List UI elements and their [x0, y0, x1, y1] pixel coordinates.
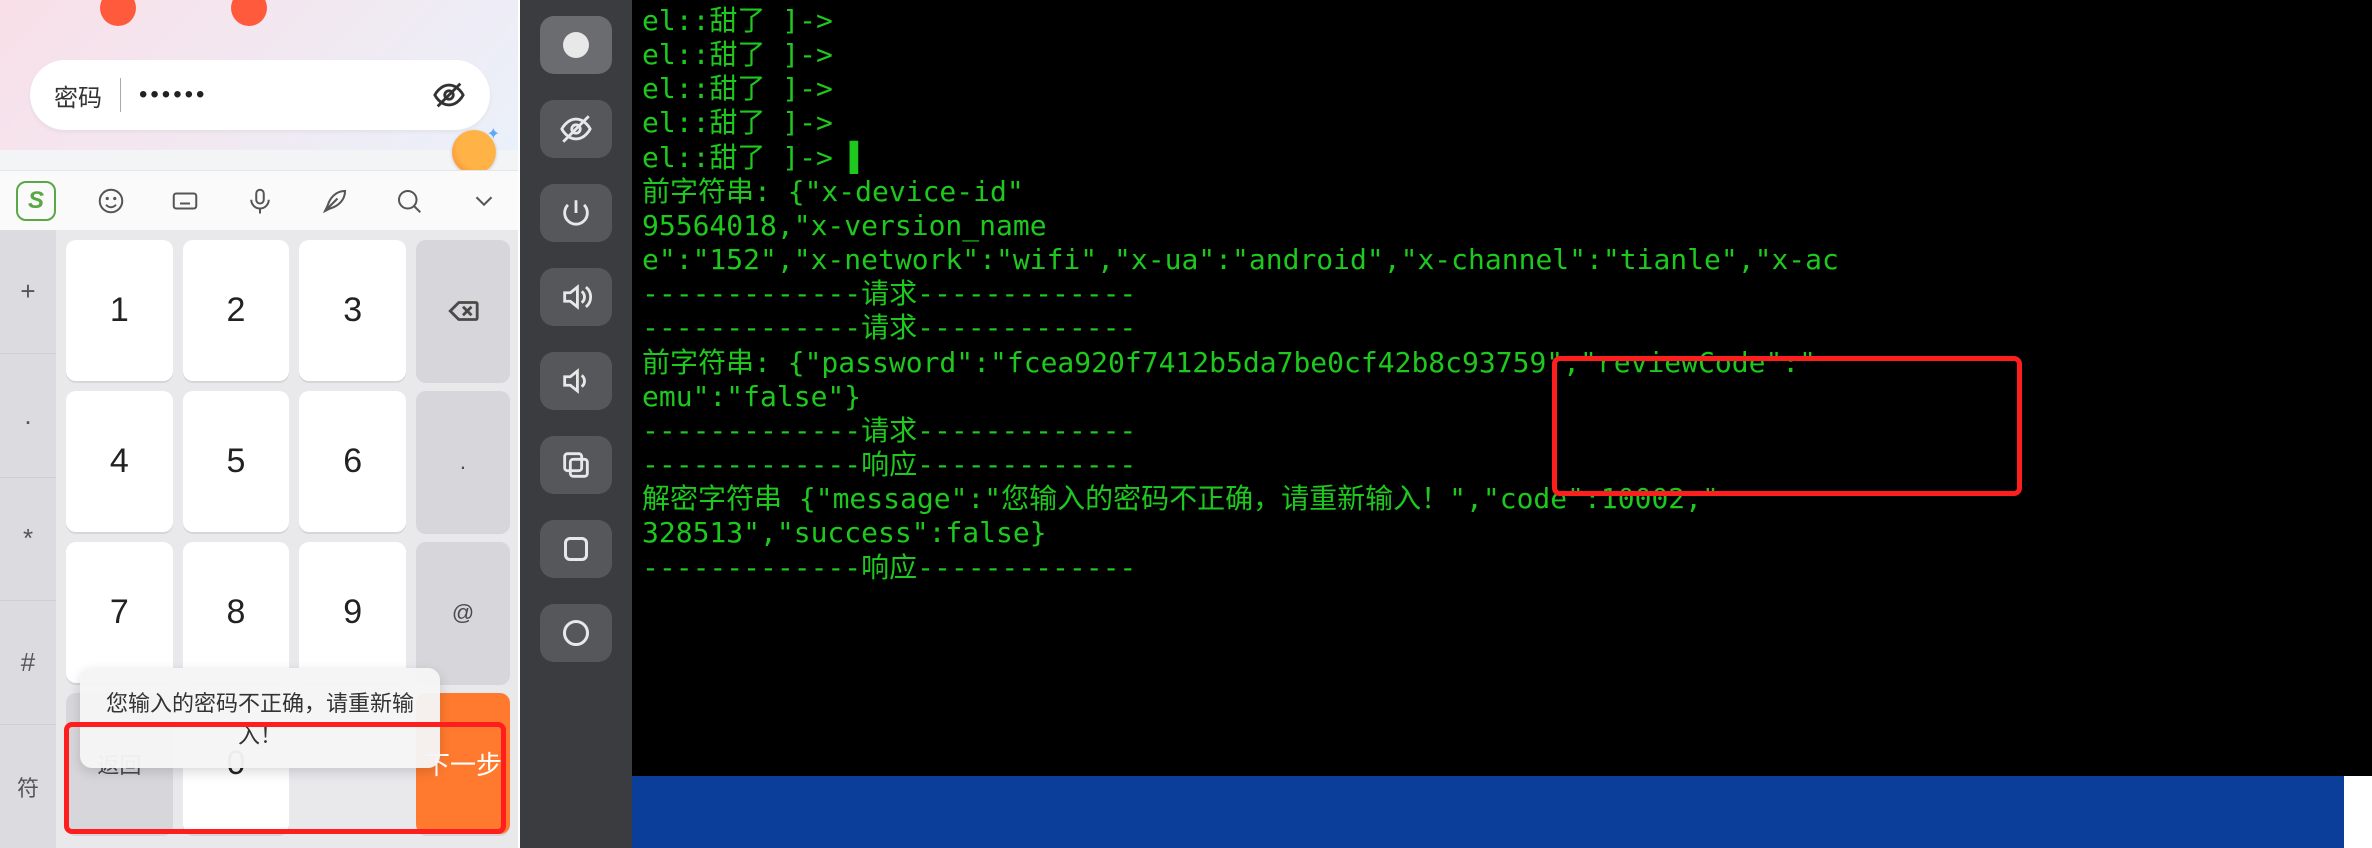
app-login-area: 密码 ••••••	[0, 0, 520, 150]
key-5[interactable]: 5	[183, 391, 290, 532]
power-button[interactable]	[540, 184, 612, 242]
key-6[interactable]: 6	[299, 391, 406, 532]
error-toast: 您输入的密码不正确，请重新输入！	[80, 668, 440, 768]
terminal-output[interactable]: el::甜了 ]-> el::甜了 ]-> el::甜了 ]-> el::甜了 …	[632, 0, 2372, 848]
sym-more[interactable]: 符	[0, 725, 56, 848]
overview-button[interactable]	[540, 520, 612, 578]
power-icon	[559, 196, 593, 230]
volume-down-button[interactable]	[540, 352, 612, 410]
search-icon[interactable]	[387, 179, 431, 223]
password-field-container[interactable]: 密码 ••••••	[30, 60, 490, 130]
key-8[interactable]: 8	[183, 542, 290, 683]
field-divider	[120, 78, 121, 112]
keyboard-icon[interactable]	[163, 179, 207, 223]
key-1[interactable]: 1	[66, 240, 173, 381]
backspace-key[interactable]	[416, 240, 510, 381]
emulator-sidebar	[520, 0, 632, 848]
terminal-panel: el::甜了 ]-> el::甜了 ]-> el::甜了 ]-> el::甜了 …	[632, 0, 2372, 848]
key-at[interactable]: @	[416, 542, 510, 683]
emoji-icon[interactable]	[89, 179, 133, 223]
copy-icon	[559, 448, 593, 482]
copy-button[interactable]	[540, 436, 612, 494]
visibility-toggle-icon[interactable]	[432, 78, 466, 112]
ime-toolbar: S	[0, 170, 520, 230]
visibility-off-button[interactable]	[540, 100, 612, 158]
record-dot-icon	[563, 32, 589, 58]
record-button[interactable]	[540, 16, 612, 74]
square-icon	[564, 537, 588, 561]
sym-plus[interactable]: +	[0, 230, 56, 354]
feather-icon[interactable]	[313, 179, 357, 223]
panel-divider	[518, 0, 520, 848]
sym-hash[interactable]: #	[0, 601, 56, 725]
volume-up-icon	[559, 280, 593, 314]
key-3[interactable]: 3	[299, 240, 406, 381]
key-7[interactable]: 7	[66, 542, 173, 683]
phone-emulator-panel: 密码 •••••• S + . * # 符	[0, 0, 520, 848]
ime-logo[interactable]: S	[14, 179, 58, 223]
key-9[interactable]: 9	[299, 542, 406, 683]
circle-icon	[563, 620, 589, 646]
avatar-icon[interactable]	[452, 130, 496, 174]
password-label: 密码	[54, 78, 102, 113]
password-value[interactable]: ••••••	[139, 81, 432, 109]
microphone-icon[interactable]	[238, 179, 282, 223]
sym-dot[interactable]: .	[0, 354, 56, 478]
eye-off-icon	[559, 112, 593, 146]
key-period[interactable]: .	[416, 391, 510, 532]
key-2[interactable]: 2	[183, 240, 290, 381]
volume-up-button[interactable]	[540, 268, 612, 326]
symbol-column: + . * # 符	[0, 230, 56, 848]
decorative-dots	[100, 0, 267, 26]
bottom-white-strip	[2344, 776, 2372, 848]
key-4[interactable]: 4	[66, 391, 173, 532]
sym-star[interactable]: *	[0, 478, 56, 602]
volume-down-icon	[559, 364, 593, 398]
home-button[interactable]	[540, 604, 612, 662]
chevron-down-icon[interactable]	[462, 179, 506, 223]
bottom-blue-bar	[632, 776, 2344, 848]
